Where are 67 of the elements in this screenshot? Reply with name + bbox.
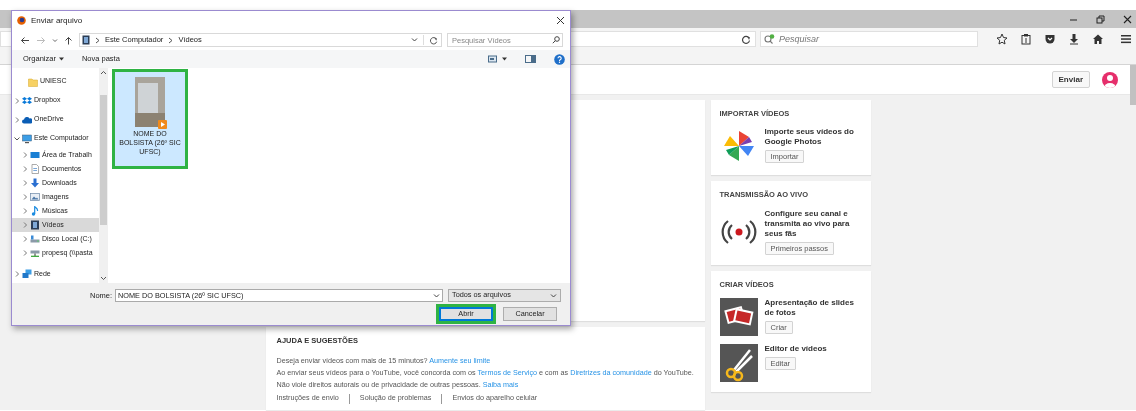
caret-icon	[502, 57, 507, 61]
live-broadcast-icon	[719, 218, 758, 245]
card-description: Importe seus vídeos do Google Photos	[764, 127, 855, 148]
cloud-icon	[22, 114, 32, 125]
film-icon	[30, 220, 40, 230]
document-icon	[30, 164, 40, 174]
pocket-icon[interactable]	[1044, 33, 1056, 45]
card-description: Editor de vídeos	[764, 343, 828, 354]
chevron-right-icon[interactable]	[22, 165, 28, 173]
search-icon	[764, 34, 776, 44]
chevron-right-icon[interactable]	[22, 193, 28, 201]
chevron-right-icon[interactable]	[14, 96, 20, 105]
card-description: Configure seu canal e transmita ao vivo para seus fãs	[764, 208, 851, 239]
picture-icon	[30, 192, 40, 202]
preview-pane-icon[interactable]	[525, 55, 536, 63]
music-note-icon	[30, 206, 40, 216]
up-arrow-icon[interactable]	[64, 35, 73, 45]
chevron-right-icon[interactable]	[22, 249, 28, 257]
search-field[interactable]: Pesquisar	[760, 31, 978, 47]
back-arrow-icon[interactable]	[20, 35, 30, 45]
hard-drive-icon	[30, 234, 40, 244]
chevron-right-icon	[95, 36, 100, 44]
scrollbar-thumb[interactable]	[100, 95, 107, 225]
download-icon[interactable]	[1068, 33, 1080, 45]
network-drive-icon	[30, 248, 40, 258]
clipboard-icon[interactable]	[1020, 33, 1032, 45]
photo-slides-icon	[719, 297, 758, 336]
close-icon[interactable]	[556, 16, 565, 25]
help-icon[interactable]	[554, 53, 565, 65]
card-description: Apresentação de slides de fotos	[764, 297, 855, 318]
chevron-right-icon[interactable]	[14, 270, 20, 278]
network-icon	[22, 269, 32, 279]
search-icon	[552, 36, 560, 44]
chevron-down-icon	[411, 37, 418, 43]
scissors-icon	[719, 343, 758, 382]
chevron-up-icon	[100, 70, 107, 75]
chevron-down-icon	[550, 292, 557, 299]
refresh-icon	[429, 35, 438, 45]
caret-icon	[58, 57, 64, 61]
chevron-right-icon[interactable]	[14, 115, 20, 124]
upload-button[interactable]: Enviar	[1051, 71, 1090, 88]
forward-arrow-icon[interactable]	[36, 35, 46, 45]
dialog-title: Enviar arquivo	[31, 14, 84, 27]
download-arrow-icon	[30, 178, 40, 188]
close-icon[interactable]	[1123, 14, 1132, 24]
video-thumbnail	[135, 77, 165, 127]
folder-icon	[28, 76, 38, 87]
menu-icon[interactable]	[1120, 33, 1132, 45]
scrollbar-thumb[interactable]	[1130, 65, 1136, 105]
chevron-right-icon[interactable]	[22, 221, 28, 229]
view-options-icon[interactable]	[488, 55, 498, 63]
reload-icon	[741, 34, 751, 44]
chevron-right-icon[interactable]	[22, 179, 28, 187]
chevron-right-icon[interactable]	[22, 151, 28, 159]
chevron-down-icon	[100, 276, 107, 281]
avatar[interactable]	[1102, 71, 1118, 88]
chevron-right-icon[interactable]	[22, 207, 28, 215]
chevron-down-icon[interactable]	[14, 134, 20, 143]
star-icon[interactable]	[996, 33, 1008, 45]
home-icon[interactable]	[1092, 33, 1104, 45]
globe-icon	[17, 16, 26, 25]
restore-icon[interactable]	[1096, 14, 1105, 24]
scrollbar[interactable]	[99, 68, 108, 283]
chevron-down-icon	[433, 293, 441, 299]
chevron-right-icon[interactable]	[22, 235, 28, 243]
chevron-right-icon	[168, 36, 174, 44]
play-icon	[158, 120, 167, 129]
